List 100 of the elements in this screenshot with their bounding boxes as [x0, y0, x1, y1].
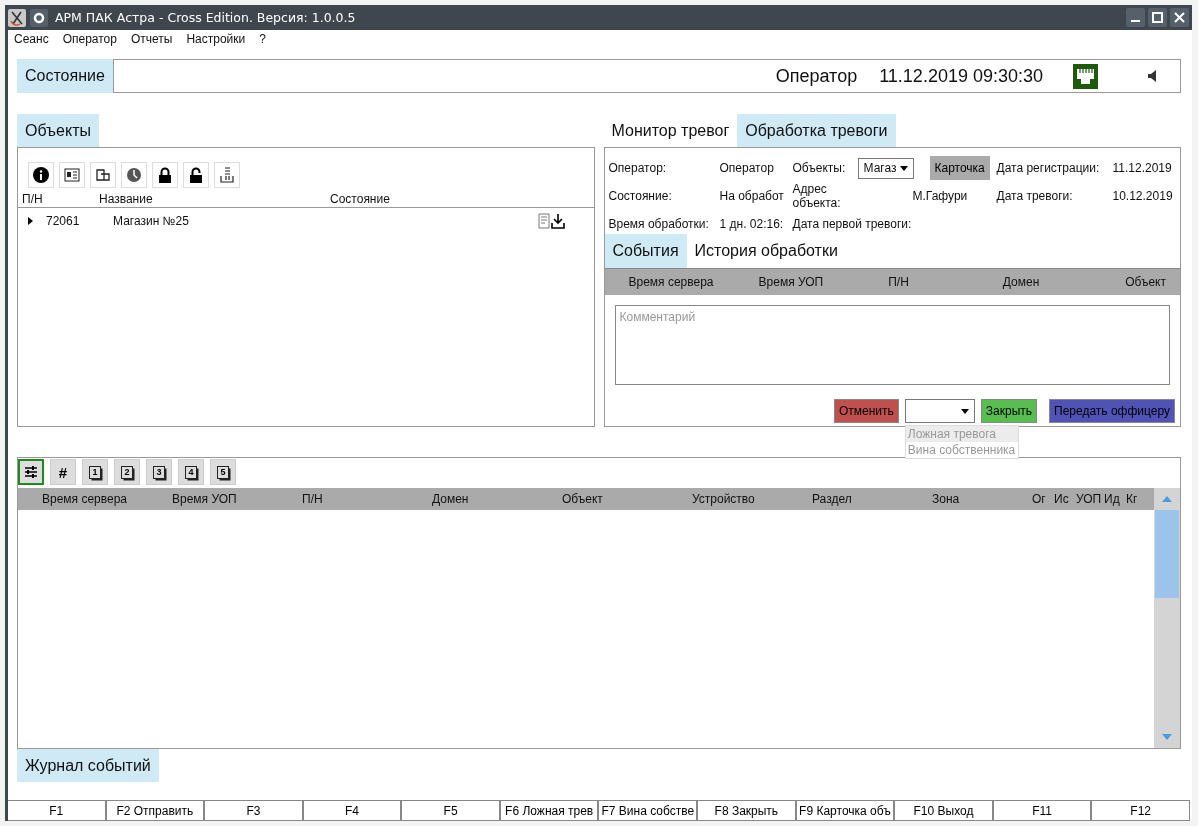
download-icon[interactable] [551, 213, 565, 229]
column-header: Раздел [812, 492, 853, 506]
hash-button[interactable]: # [50, 459, 76, 485]
card-button[interactable]: Карточка [929, 156, 990, 180]
column-header: Зона [932, 492, 961, 506]
field-label: Дата первой тревоги: [792, 216, 913, 233]
column-header: Ид [1104, 492, 1121, 506]
lock-icon [158, 167, 172, 183]
function-key-button[interactable]: F10 Выход [894, 800, 993, 821]
alarm-tab[interactable]: Монитор тревог [603, 114, 738, 147]
lock-button[interactable] [152, 162, 178, 188]
field-value: М.Гафури [911, 189, 969, 203]
scrollbar[interactable] [1154, 488, 1180, 748]
field-label: Дата тревоги: [996, 189, 1074, 203]
column-header: Объект [562, 492, 604, 506]
field-label: Объекты: [792, 161, 847, 175]
caret-icon [960, 408, 969, 414]
info-button[interactable] [28, 162, 54, 188]
comment-field[interactable]: Комментарий [614, 305, 1170, 385]
network-port-icon [1073, 63, 1098, 89]
column-header: Ог [1032, 492, 1047, 506]
caret-icon [899, 165, 908, 171]
events-tab[interactable]: События [604, 234, 687, 268]
function-key-button[interactable]: F2 Отправить [105, 800, 205, 821]
field-value: 10.12.2019 [1112, 188, 1174, 205]
function-key-button[interactable]: F6 Ложная трев [499, 800, 599, 821]
events-tab[interactable]: История обработки [686, 234, 846, 268]
function-key-button[interactable]: F9 Карточка объ [795, 800, 895, 821]
function-key-button[interactable]: F3 [204, 800, 303, 821]
lock-icon [189, 167, 203, 183]
column-header: Время сервера [42, 492, 129, 506]
function-key-button[interactable]: F1 [8, 800, 106, 821]
sliders-button[interactable] [18, 459, 44, 485]
column-header: Состояние [330, 192, 390, 207]
column-header: УОП [1076, 492, 1103, 506]
pin-icon[interactable] [30, 8, 48, 27]
maximize-icon[interactable] [1148, 8, 1167, 27]
field-value: На обработ [719, 189, 785, 203]
page-button[interactable]: 4 [178, 459, 204, 485]
menu-item[interactable]: ? [259, 32, 266, 48]
column-header: Ис [1054, 492, 1070, 506]
column-header: Объект [1125, 275, 1166, 289]
window-title: АРМ ПАК Астра - Cross Edition. Версия: 1.0.0.5 [55, 10, 356, 25]
field-label: Адрес объекта: [792, 182, 842, 210]
page-button[interactable]: 3 [146, 459, 172, 485]
column-header: Время УОП [758, 275, 824, 289]
column-header: Название [99, 192, 154, 207]
export-button[interactable] [214, 162, 240, 188]
cancel-button[interactable]: Отменить [834, 399, 899, 423]
menu-item[interactable]: Отчеты [130, 32, 173, 48]
operator-name: Оператор [775, 65, 858, 87]
function-key-button[interactable]: F5 [401, 800, 500, 821]
info-icon [33, 167, 49, 183]
column-header: Домен [432, 492, 470, 506]
close-alarm-button[interactable]: Закрыть [980, 399, 1038, 423]
card-button[interactable] [59, 162, 85, 188]
date-time: 11.12.2019 09:30:30 [879, 65, 1043, 87]
function-key-button[interactable]: F12 [1091, 800, 1190, 821]
page-button[interactable]: 5 [210, 459, 236, 485]
field-label: Дата регистрации: [996, 161, 1101, 175]
function-key-button[interactable]: F11 [992, 800, 1092, 821]
history-button[interactable] [121, 162, 147, 188]
scroll-thumb[interactable] [1155, 510, 1179, 598]
window-pair-icon [95, 167, 111, 183]
clock-icon [126, 167, 142, 183]
column-header: Кг [1126, 492, 1139, 506]
objects-select[interactable]: Магаз [857, 157, 914, 179]
minimize-icon[interactable] [1126, 8, 1145, 27]
page-button[interactable]: 1 [82, 459, 108, 485]
unlock-button[interactable] [183, 162, 209, 188]
column-header: Домен [1002, 275, 1040, 289]
app-logo-icon [8, 8, 26, 27]
field-label: Оператор: [608, 161, 668, 175]
list-tray-icon [220, 167, 234, 183]
column-header: П/Н [888, 275, 909, 289]
column-header: Время сервера [628, 275, 714, 289]
function-key-button[interactable]: F7 Вина собстве [598, 800, 698, 821]
expand-arrow-icon[interactable] [26, 217, 34, 225]
field-value: 1 дн. 02:16: [719, 216, 785, 233]
column-header: Время УОП [172, 492, 238, 506]
page-button[interactable]: 2 [114, 459, 140, 485]
column-header: П/Н [22, 192, 44, 207]
column-header: П/Н [302, 492, 324, 506]
menu-item[interactable]: Настройки [186, 32, 246, 48]
function-key-button[interactable]: F4 [302, 800, 402, 821]
close-icon[interactable] [1170, 8, 1189, 27]
objects-tab[interactable]: Объекты [17, 114, 99, 147]
alarm-tab[interactable]: Обработка тревоги [737, 114, 896, 147]
menu-item[interactable]: Сеанс [14, 32, 49, 48]
field-value: Оператор [719, 161, 775, 175]
sliders-icon [24, 466, 38, 478]
journal-tab[interactable]: Журнал событий [17, 749, 159, 782]
function-key-button[interactable]: F8 Закрыть [697, 800, 796, 821]
id-card-icon [64, 168, 80, 182]
menu-item[interactable]: Оператор [62, 32, 117, 48]
field-label: Время обработки: [608, 216, 710, 233]
reason-select[interactable] [904, 399, 975, 423]
column-header: Устройство [692, 492, 756, 506]
devices-button[interactable] [90, 162, 116, 188]
table-cell-text: Магазин №25 [113, 214, 190, 228]
